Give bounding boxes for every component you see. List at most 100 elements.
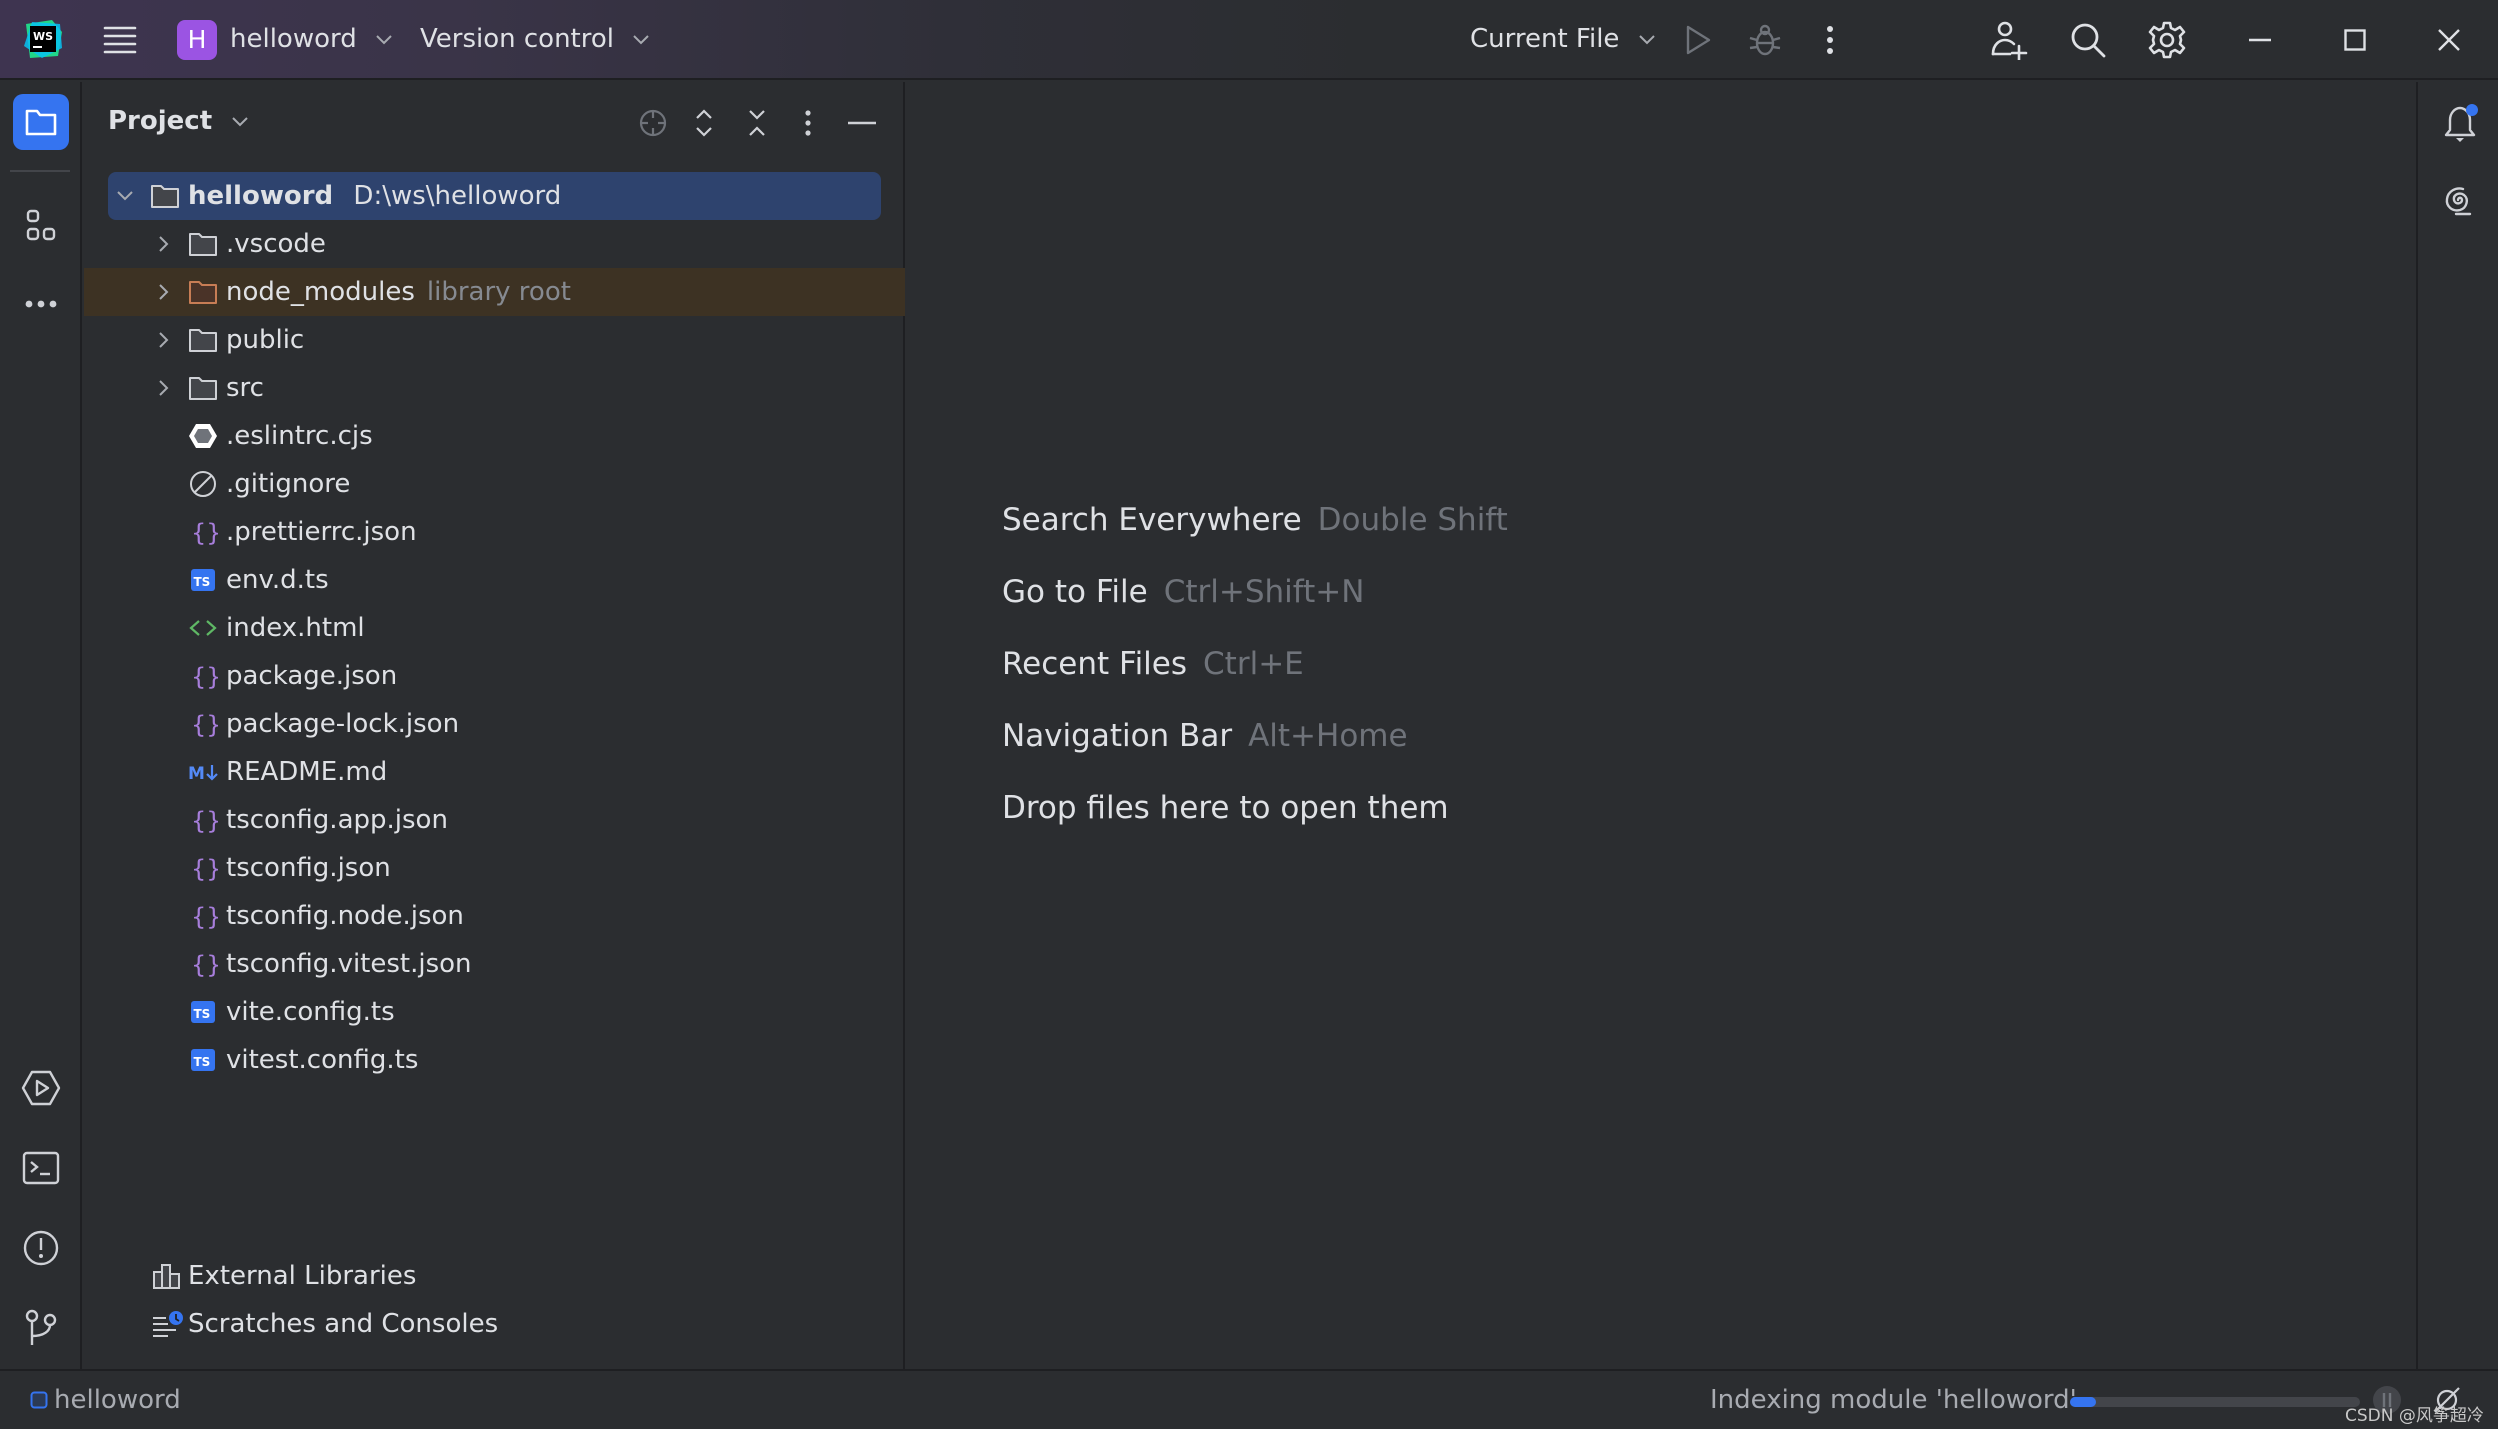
close-icon[interactable] — [2437, 28, 2461, 52]
debug-icon[interactable] — [1748, 22, 1782, 58]
scratches-and-consoles[interactable]: Scratches and Consoles — [84, 1300, 905, 1348]
problems-tool-button[interactable] — [13, 1220, 69, 1276]
tree-file-item[interactable]: .eslintrc.cjs — [84, 412, 905, 460]
svg-text:{}: {} — [191, 951, 218, 978]
chevron-down-icon — [632, 34, 650, 46]
item-hint: library root — [426, 277, 571, 307]
tip-search-everywhere[interactable]: Search Everywhere Double Shift — [1002, 502, 1508, 538]
tree-file-item[interactable]: TS vitest.config.ts — [84, 1036, 905, 1084]
vcs-label: Version control — [420, 24, 614, 54]
markdown-file-icon: M — [188, 758, 218, 786]
tree-file-item[interactable]: M README.md — [84, 748, 905, 796]
tree-file-item[interactable]: {} package.json — [84, 652, 905, 700]
terminal-tool-button[interactable] — [13, 1140, 69, 1196]
collapse-all-icon[interactable] — [747, 108, 767, 138]
ignore-file-icon — [188, 470, 218, 498]
project-badge[interactable]: H — [177, 20, 217, 60]
strip-divider — [10, 170, 70, 172]
tip-shortcut: Ctrl+Shift+N — [1163, 574, 1365, 610]
json-file-icon: {} — [188, 710, 218, 738]
options-icon[interactable] — [804, 108, 812, 138]
tree-root[interactable]: helloword D:\ws\helloword — [84, 172, 905, 220]
tree-folder-item[interactable]: src — [84, 364, 905, 412]
run-config-selector[interactable]: Current File — [1470, 24, 1656, 54]
chevron-down-icon — [231, 116, 249, 128]
chevron-right-icon[interactable] — [152, 328, 174, 352]
vcs-selector[interactable]: Version control — [420, 24, 650, 54]
folder-icon — [150, 182, 180, 210]
chevron-right-icon[interactable] — [152, 232, 174, 256]
settings-icon[interactable] — [2147, 20, 2187, 60]
indexing-progress-fill — [2070, 1397, 2097, 1407]
external-libraries-label: External Libraries — [188, 1261, 417, 1291]
tree-file-item[interactable]: {} tsconfig.vitest.json — [84, 940, 905, 988]
run-config-label: Current File — [1470, 24, 1620, 54]
chevron-right-icon[interactable] — [152, 280, 174, 304]
maximize-icon[interactable] — [2344, 29, 2366, 51]
services-tool-button[interactable] — [13, 1060, 69, 1116]
tip-recent-files[interactable]: Recent Files Ctrl+E — [1002, 646, 1304, 682]
panel-title-selector[interactable]: Project — [108, 106, 249, 136]
svg-text:{}: {} — [191, 663, 218, 690]
tree-folder-item[interactable]: node_modules library root — [84, 268, 905, 316]
tree-file-item[interactable]: TS env.d.ts — [84, 556, 905, 604]
structure-tool-button[interactable] — [13, 198, 69, 254]
tree-file-item[interactable]: TS vite.config.ts — [84, 988, 905, 1036]
chevron-down-icon — [1638, 34, 1656, 46]
external-libraries[interactable]: External Libraries — [84, 1252, 905, 1300]
svg-text:TS: TS — [194, 575, 211, 589]
chevron-right-icon[interactable] — [152, 376, 174, 400]
tip-go-to-file[interactable]: Go to File Ctrl+Shift+N — [1002, 574, 1364, 610]
expand-all-icon[interactable] — [694, 108, 714, 138]
item-name: package-lock.json — [226, 709, 460, 739]
tree-file-item[interactable]: {} tsconfig.node.json — [84, 892, 905, 940]
breadcrumb-project[interactable]: helloword — [54, 1385, 181, 1415]
more-icon[interactable] — [1825, 24, 1835, 56]
ai-assistant-icon[interactable] — [2440, 182, 2476, 218]
run-icon[interactable] — [1683, 24, 1713, 56]
indexing-progress-bar[interactable] — [2070, 1397, 2360, 1407]
main-menu-icon[interactable] — [103, 24, 137, 56]
tree-file-item[interactable]: index.html — [84, 604, 905, 652]
typescript-file-icon: TS — [188, 566, 218, 594]
project-tool-button[interactable] — [13, 94, 69, 150]
tree-file-item[interactable]: {} .prettierrc.json — [84, 508, 905, 556]
svg-text:M: M — [188, 764, 205, 784]
tree-file-item[interactable]: {} tsconfig.json — [84, 844, 905, 892]
minimize-icon[interactable] — [2249, 38, 2271, 42]
json-file-icon: {} — [188, 902, 218, 930]
svg-text:{}: {} — [191, 807, 218, 834]
locate-icon[interactable] — [638, 108, 668, 138]
hide-icon[interactable] — [848, 121, 876, 125]
tree-file-item[interactable]: .gitignore — [84, 460, 905, 508]
chevron-down-icon[interactable] — [114, 184, 136, 208]
tree-file-item[interactable]: {} package-lock.json — [84, 700, 905, 748]
git-tool-button[interactable] — [13, 1300, 69, 1356]
item-name: tsconfig.json — [226, 853, 391, 883]
project-selector[interactable]: helloword — [230, 24, 393, 54]
tree-file-item[interactable]: {} tsconfig.app.json — [84, 796, 905, 844]
tip-navigation-bar[interactable]: Navigation Bar Alt+Home — [1002, 718, 1408, 754]
tree-folder-item[interactable]: .vscode — [84, 220, 905, 268]
indexing-status[interactable]: Indexing module 'helloword' — [1710, 1385, 2077, 1415]
status-bar: helloword Indexing module 'helloword' CS… — [0, 1369, 2498, 1429]
editor-area[interactable]: Search Everywhere Double Shift Go to File… — [907, 82, 2416, 1369]
tip-action: Go to File — [1002, 574, 1148, 610]
watermark: CSDN @风筝超冷 — [2345, 1406, 2484, 1426]
item-name: node_modules — [226, 277, 415, 307]
webstorm-logo-icon[interactable]: WS — [22, 18, 64, 60]
project-folder-icon — [24, 107, 58, 137]
tip-action: Drop files here to open them — [1002, 790, 1449, 826]
search-icon[interactable] — [2069, 21, 2107, 59]
panel-title: Project — [108, 106, 213, 136]
add-user-icon[interactable] — [1990, 20, 2028, 60]
json-file-icon: {} — [188, 854, 218, 882]
run-services-icon — [21, 1070, 61, 1106]
tree-folder-item[interactable]: public — [84, 316, 905, 364]
item-name: src — [226, 373, 264, 403]
item-name: README.md — [226, 757, 388, 787]
notifications-icon[interactable] — [2440, 102, 2480, 144]
more-tools-button[interactable] — [13, 276, 69, 332]
item-name: tsconfig.node.json — [226, 901, 464, 931]
item-name: .gitignore — [226, 469, 351, 499]
